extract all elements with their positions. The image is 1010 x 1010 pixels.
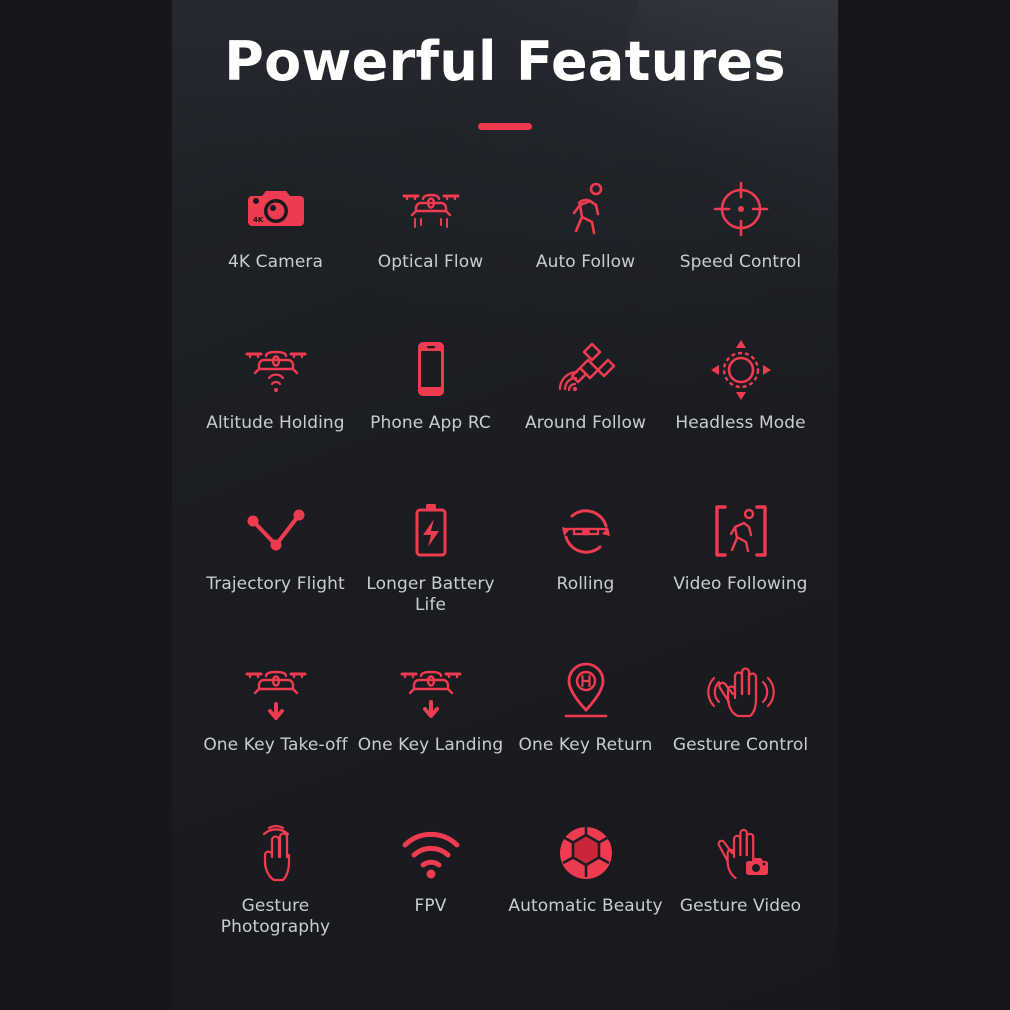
compass-arrows-icon — [705, 337, 777, 403]
feature-item[interactable]: Rolling — [508, 498, 663, 659]
feature-label: Rolling — [556, 573, 615, 594]
feature-label: Speed Control — [679, 251, 802, 272]
feature-item[interactable]: Around Follow — [508, 337, 663, 498]
battery-bolt-icon — [395, 498, 467, 564]
drone-sonar-icon — [240, 337, 312, 403]
feature-item[interactable]: Speed Control — [663, 176, 818, 337]
feature-item[interactable]: One Key Landing — [353, 659, 508, 820]
feature-label: Longer Battery Life — [366, 573, 495, 615]
peace-hand-waves-icon — [240, 820, 312, 886]
camera-4k-icon: 4K — [240, 176, 312, 242]
svg-text:4K: 4K — [253, 216, 264, 224]
feature-label: Auto Follow — [535, 251, 636, 272]
hand-camera-icon — [705, 820, 777, 886]
wifi-signal-icon — [395, 820, 467, 886]
crosshair-target-icon — [705, 176, 777, 242]
person-in-frame-icon — [705, 498, 777, 564]
feature-item[interactable]: FPV — [353, 820, 508, 981]
feature-label: 4K Camera — [228, 251, 323, 272]
waypoint-path-icon — [240, 498, 312, 564]
feature-label: One Key Return — [518, 734, 653, 755]
feature-label: Altitude Holding — [206, 412, 345, 433]
feature-label: Gesture Control — [672, 734, 809, 755]
feature-item[interactable]: Optical Flow — [353, 176, 508, 337]
feature-label: Headless Mode — [675, 412, 806, 433]
feature-item[interactable]: Trajectory Flight — [198, 498, 353, 659]
feature-label: FPV — [414, 895, 447, 916]
feature-label: Phone App RC — [370, 412, 491, 433]
feature-item[interactable]: 4K 4K Camera — [198, 176, 353, 337]
feature-label: Automatic Beauty — [508, 895, 663, 916]
drone-optical-flow-icon — [395, 176, 467, 242]
drone-rotation-icon — [550, 498, 622, 564]
feature-label: Optical Flow — [377, 251, 484, 272]
satellite-signal-icon — [550, 337, 622, 403]
page-header: Powerful Features — [172, 0, 838, 130]
feature-item[interactable]: Video Following — [663, 498, 818, 659]
smartphone-icon — [395, 337, 467, 403]
feature-label: Video Following — [673, 573, 808, 594]
feature-label: Trajectory Flight — [206, 573, 345, 594]
running-person-icon — [550, 176, 622, 242]
waving-hand-icon — [705, 659, 777, 725]
features-panel: Powerful Features 4K 4K Camera Optical Flo… — [172, 0, 838, 1010]
feature-grid: 4K 4K Camera Optical Flow Auto Follow Speed … — [172, 176, 838, 981]
feature-label: One Key Take-off — [203, 734, 348, 755]
feature-item[interactable]: Gesture Video — [663, 820, 818, 981]
feature-item[interactable]: Automatic Beauty — [508, 820, 663, 981]
title-accent-bar — [478, 122, 532, 130]
feature-item[interactable]: Phone App RC — [353, 337, 508, 498]
aperture-icon — [550, 820, 622, 886]
page-title: Powerful Features — [224, 30, 786, 93]
feature-item[interactable]: Altitude Holding — [198, 337, 353, 498]
drone-up-arrow-icon — [240, 659, 312, 725]
feature-item[interactable]: Longer Battery Life — [353, 498, 508, 659]
feature-item[interactable]: Gesture Control — [663, 659, 818, 820]
page-root: Powerful Features 4K 4K Camera Optical Flo… — [0, 0, 1010, 1010]
feature-label: Gesture Photography — [220, 895, 331, 937]
feature-label: Around Follow — [524, 412, 646, 433]
feature-item[interactable]: One Key Take-off — [198, 659, 353, 820]
feature-item[interactable]: One Key Return — [508, 659, 663, 820]
feature-item[interactable]: Headless Mode — [663, 337, 818, 498]
feature-item[interactable]: Gesture Photography — [198, 820, 353, 981]
home-pin-icon — [550, 659, 622, 725]
feature-label: One Key Landing — [357, 734, 504, 755]
feature-item[interactable]: Auto Follow — [508, 176, 663, 337]
feature-label: Gesture Video — [679, 895, 802, 916]
drone-down-arrow-icon — [395, 659, 467, 725]
